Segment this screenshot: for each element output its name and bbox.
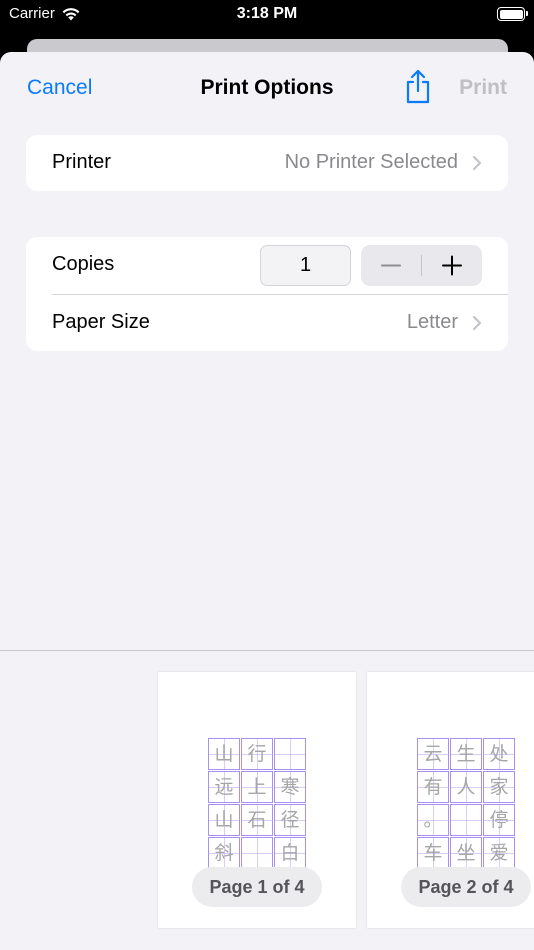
grid-cell bbox=[241, 837, 273, 869]
printer-label: Printer bbox=[52, 151, 111, 173]
nav-bar: Cancel Print Options Print bbox=[0, 52, 534, 124]
paper-size-row[interactable]: Paper Size Letter bbox=[26, 295, 508, 351]
grid-cell: 上 bbox=[241, 771, 273, 803]
grid-cell: 。 bbox=[417, 804, 449, 836]
grid-cell: 爱 bbox=[483, 837, 515, 869]
page-number-badge: Page 2 of 4 bbox=[401, 867, 531, 907]
grid-cell: 山 bbox=[208, 738, 240, 770]
page-preview-strip[interactable]: 山 行 远 上 寒 山 石 径 斜 白 Page 1 of 4 云 生 处 有 … bbox=[0, 651, 534, 950]
grid-cell: 行 bbox=[241, 738, 273, 770]
copies-stepper bbox=[361, 245, 482, 286]
grid-cell: 人 bbox=[450, 771, 482, 803]
screen: Carrier 3:18 PM Cancel Print Options Pri… bbox=[0, 0, 534, 950]
increment-button[interactable] bbox=[422, 245, 482, 286]
printer-value: No Printer Selected bbox=[284, 151, 458, 173]
grid-cell: 寒 bbox=[274, 771, 306, 803]
grid-cell: 坐 bbox=[450, 837, 482, 869]
grid-cell: 远 bbox=[208, 771, 240, 803]
chevron-right-icon bbox=[472, 155, 482, 171]
minus-icon bbox=[381, 264, 401, 267]
page-preview-1[interactable]: 山 行 远 上 寒 山 石 径 斜 白 Page 1 of 4 bbox=[158, 672, 356, 928]
paper-size-label: Paper Size bbox=[52, 311, 150, 333]
grid-cell: 车 bbox=[417, 837, 449, 869]
grid-cell: 白 bbox=[274, 837, 306, 869]
status-bar: Carrier 3:18 PM bbox=[0, 0, 534, 30]
copies-row: Copies 1 bbox=[26, 237, 508, 295]
grid-cell: 径 bbox=[274, 804, 306, 836]
practice-grid: 云 生 处 有 人 家 。 停 车 坐 爱 bbox=[417, 738, 515, 869]
grid-cell: 处 bbox=[483, 738, 515, 770]
chevron-right-icon bbox=[472, 315, 482, 331]
printer-group: Printer No Printer Selected bbox=[26, 135, 508, 191]
page-number-badge: Page 1 of 4 bbox=[192, 867, 322, 907]
paper-size-value: Letter bbox=[406, 311, 458, 333]
copies-field[interactable]: 1 bbox=[260, 245, 351, 286]
options-group: Copies 1 Paper Size Letter bbox=[26, 237, 508, 351]
status-time: 3:18 PM bbox=[236, 5, 298, 22]
battery-full-icon bbox=[497, 7, 528, 21]
plus-icon bbox=[442, 255, 462, 276]
share-icon bbox=[406, 69, 430, 104]
grid-cell: 有 bbox=[417, 771, 449, 803]
practice-grid: 山 行 远 上 寒 山 石 径 斜 白 bbox=[208, 738, 306, 869]
printer-row[interactable]: Printer No Printer Selected bbox=[26, 135, 508, 191]
grid-cell: 石 bbox=[241, 804, 273, 836]
grid-cell: 山 bbox=[208, 804, 240, 836]
grid-cell: 斜 bbox=[208, 837, 240, 869]
grid-cell bbox=[274, 738, 306, 770]
grid-cell bbox=[450, 804, 482, 836]
print-options-sheet: Cancel Print Options Print Printer No Pr… bbox=[0, 52, 534, 950]
print-button[interactable]: Print bbox=[459, 76, 507, 100]
grid-cell: 家 bbox=[483, 771, 515, 803]
grid-cell: 云 bbox=[417, 738, 449, 770]
grid-cell: 停 bbox=[483, 804, 515, 836]
copies-label: Copies bbox=[52, 253, 115, 275]
share-button[interactable] bbox=[403, 69, 433, 105]
decrement-button[interactable] bbox=[361, 245, 421, 286]
grid-cell: 生 bbox=[450, 738, 482, 770]
page-preview-2[interactable]: 云 生 处 有 人 家 。 停 车 坐 爱 Page 2 of 4 bbox=[367, 672, 534, 928]
cancel-button[interactable]: Cancel bbox=[27, 76, 92, 100]
